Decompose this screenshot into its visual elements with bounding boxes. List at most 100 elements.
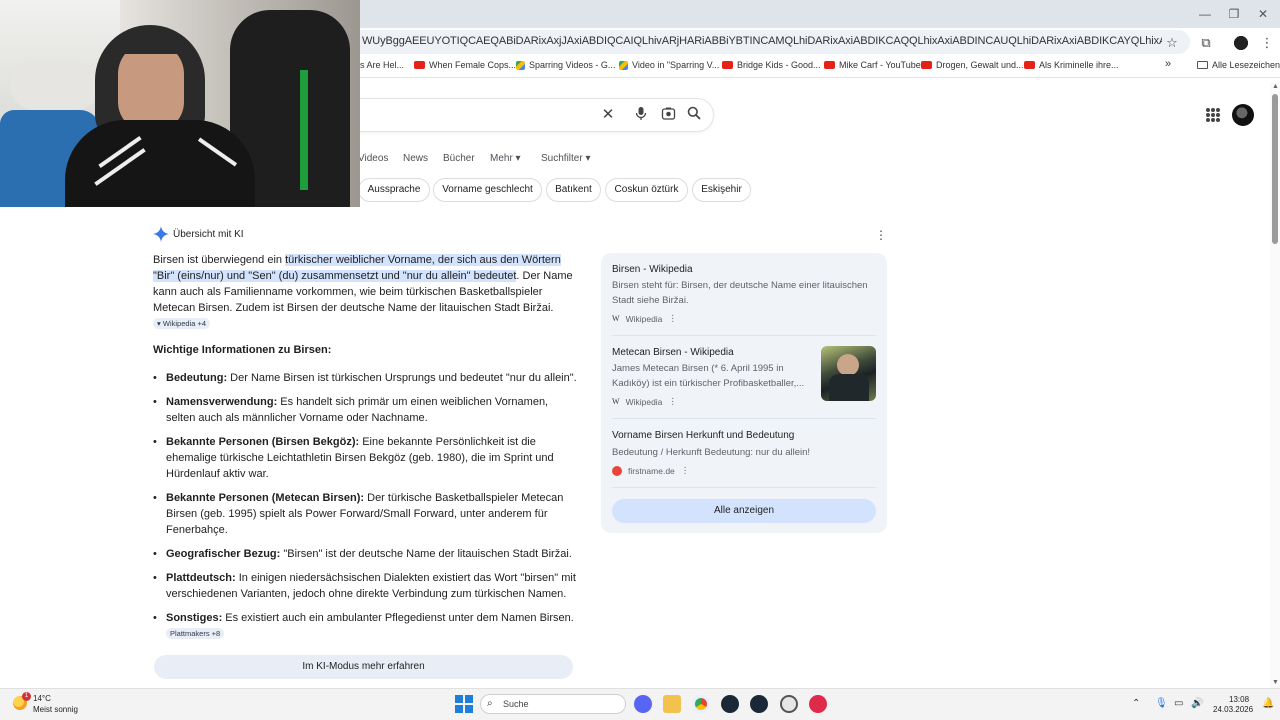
clock-time[interactable]: 13:08 xyxy=(1229,695,1249,704)
bookmark-item[interactable]: Sparring Videos - G... xyxy=(516,60,615,70)
source-site: W Wikipedia ⋮ xyxy=(612,313,677,324)
bookmarks-overflow-button[interactable]: » xyxy=(1165,58,1171,70)
bullet-text: Es existiert auch ein ambulanter Pfleged… xyxy=(222,612,574,624)
source-thumbnail[interactable] xyxy=(821,346,876,401)
extensions-icon[interactable]: ⧉ xyxy=(1197,34,1215,52)
restore-icon[interactable]: ❐ xyxy=(1219,4,1249,24)
taskbar-search-box[interactable] xyxy=(480,694,626,714)
webcam-pillow xyxy=(10,60,100,110)
bookmark-item[interactable]: s Are Hel... xyxy=(360,60,404,70)
show-all-button[interactable]: Alle anzeigen xyxy=(612,499,876,523)
bookmark-favicon-icon xyxy=(516,60,525,70)
bookmark-item[interactable]: When Female Cops... xyxy=(414,60,516,70)
start-icon-tile xyxy=(465,705,473,713)
media-player-icon[interactable] xyxy=(809,695,827,713)
citation-chip[interactable]: ▾ Wikipedia +4 xyxy=(153,318,211,329)
discord-icon[interactable] xyxy=(634,695,652,713)
notification-bell-icon[interactable]: 🔔 xyxy=(1262,698,1274,709)
bullet-dot-icon: • xyxy=(153,548,157,560)
citation-label: Plattmakers +8 xyxy=(170,629,221,638)
chrome-icon[interactable] xyxy=(692,695,710,713)
webcam-hood-top xyxy=(118,30,184,54)
source-description: James Metecan Birsen (* 6. April 1995 in… xyxy=(612,363,805,389)
scroll-up-icon[interactable]: ▲ xyxy=(1272,83,1279,90)
steam-icon[interactable] xyxy=(721,695,739,713)
more-options-icon[interactable]: ⋮ xyxy=(668,396,677,407)
clock-date[interactable]: 24.03.2026 xyxy=(1213,705,1253,714)
bookmark-item[interactable]: Bridge Kids - Good... xyxy=(722,60,821,70)
list-item: • Bedeutung: Der Name Birsen ist türkisc… xyxy=(153,370,577,386)
search-box[interactable] xyxy=(300,98,714,132)
youtube-icon xyxy=(824,61,835,69)
tab-news[interactable]: News xyxy=(403,153,428,164)
bullet-label: Bekannte Personen (Metecan Birsen): xyxy=(166,492,365,504)
wikipedia-icon: W xyxy=(612,397,620,406)
network-icon[interactable]: ▭ xyxy=(1174,698,1183,709)
search-icon[interactable] xyxy=(685,106,703,124)
more-options-icon[interactable]: ⋮ xyxy=(681,465,690,476)
source-site-name: Wikipedia xyxy=(625,313,663,324)
source-title[interactable]: Vorname Birsen Herkunft und Bedeutung xyxy=(612,430,794,441)
minimize-icon[interactable]: — xyxy=(1190,4,1220,24)
url-text[interactable]: WUyBggAEEUYOTIQCAEQABiDARixAxjJAxiABDIQC… xyxy=(362,35,1162,47)
more-options-icon[interactable]: ⋮ xyxy=(875,228,887,242)
tab-books[interactable]: Bücher xyxy=(443,153,475,164)
tab-more[interactable]: Mehr ▾ xyxy=(490,153,521,164)
source-site: W Wikipedia ⋮ xyxy=(612,396,677,407)
microphone-icon[interactable]: 🎙 xyxy=(1155,698,1168,709)
browser-menu-icon[interactable]: ⋮ xyxy=(1258,34,1276,52)
steam-icon[interactable] xyxy=(750,695,768,713)
clear-search-icon[interactable]: ✕ xyxy=(599,106,617,124)
bookmark-item[interactable]: Drogen, Gewalt und... xyxy=(921,60,1024,70)
suggestion-chip[interactable]: Eskişehir xyxy=(692,178,751,202)
browser-profile-icon[interactable] xyxy=(1232,34,1250,52)
tray-chevron-icon[interactable]: ⌃ xyxy=(1132,698,1140,709)
google-apps-icon[interactable] xyxy=(1206,108,1220,122)
voice-search-icon[interactable] xyxy=(632,106,650,124)
file-explorer-icon[interactable] xyxy=(663,695,681,713)
scroll-down-icon[interactable]: ▼ xyxy=(1272,679,1279,686)
bullet-dot-icon: • xyxy=(153,572,157,584)
volume-icon[interactable]: 🔊 xyxy=(1191,698,1203,709)
bookmark-item[interactable]: Video in "Sparring V... xyxy=(619,60,719,70)
bullet-label: Plattdeutsch: xyxy=(166,572,236,584)
start-icon-tile xyxy=(455,695,463,703)
source-site-name: Wikipedia xyxy=(625,396,663,407)
tab-videos[interactable]: Videos xyxy=(358,153,388,164)
intro-text: Birsen ist überwiegend ein xyxy=(153,254,286,266)
source-title[interactable]: Metecan Birsen - Wikipedia xyxy=(612,347,734,358)
divider xyxy=(612,418,876,419)
bookmark-item[interactable]: Als Kriminelle ihre... xyxy=(1024,60,1119,70)
close-window-icon[interactable]: ✕ xyxy=(1248,4,1278,24)
weather-temperature[interactable]: 14°C xyxy=(33,694,51,703)
suggestion-chip[interactable]: Coskun öztürk xyxy=(605,178,688,202)
scrollbar-thumb[interactable] xyxy=(1272,94,1278,244)
ai-sparkle-icon xyxy=(153,226,169,242)
avatar[interactable] xyxy=(1232,104,1254,126)
suggestion-chip[interactable]: Aussprache xyxy=(358,178,430,202)
citation-chip[interactable]: Plattmakers +8 xyxy=(166,628,225,639)
source-description: Bedeutung / Herkunft Bedeutung: nur du a… xyxy=(612,447,811,458)
bullet-text: "Birsen" ist der deutsche Name der litau… xyxy=(280,548,572,560)
start-icon-tile xyxy=(465,695,473,703)
all-bookmarks-button[interactable]: Alle Lesezeichen xyxy=(1197,60,1280,70)
source-site: firstname.de ⋮ xyxy=(612,465,689,476)
ai-mode-button[interactable]: Im KI-Modus mehr erfahren xyxy=(154,655,573,679)
bookmark-star-icon[interactable]: ☆ xyxy=(1163,34,1181,52)
bookmark-item[interactable]: Mike Carf - YouTube xyxy=(824,60,921,70)
suggestion-chip[interactable]: Vorname geschlecht xyxy=(433,178,542,202)
suggestion-chip[interactable]: Batıkent xyxy=(546,178,601,202)
weather-badge: 1 xyxy=(22,692,31,701)
more-options-icon[interactable]: ⋮ xyxy=(668,313,677,324)
divider xyxy=(612,487,876,488)
start-icon-tile xyxy=(455,705,463,713)
tab-search-filter[interactable]: Suchfilter ▾ xyxy=(541,153,590,164)
webcam-face xyxy=(118,42,184,132)
ai-subheading: Wichtige Informationen zu Birsen: xyxy=(153,344,332,356)
start-icon[interactable] xyxy=(455,695,473,713)
citation-label: Wikipedia +4 xyxy=(162,319,207,328)
app-icon[interactable] xyxy=(780,695,798,713)
source-title[interactable]: Birsen - Wikipedia xyxy=(612,264,693,275)
weather-condition[interactable]: Meist sonnig xyxy=(33,705,78,714)
image-search-icon[interactable] xyxy=(659,106,677,124)
